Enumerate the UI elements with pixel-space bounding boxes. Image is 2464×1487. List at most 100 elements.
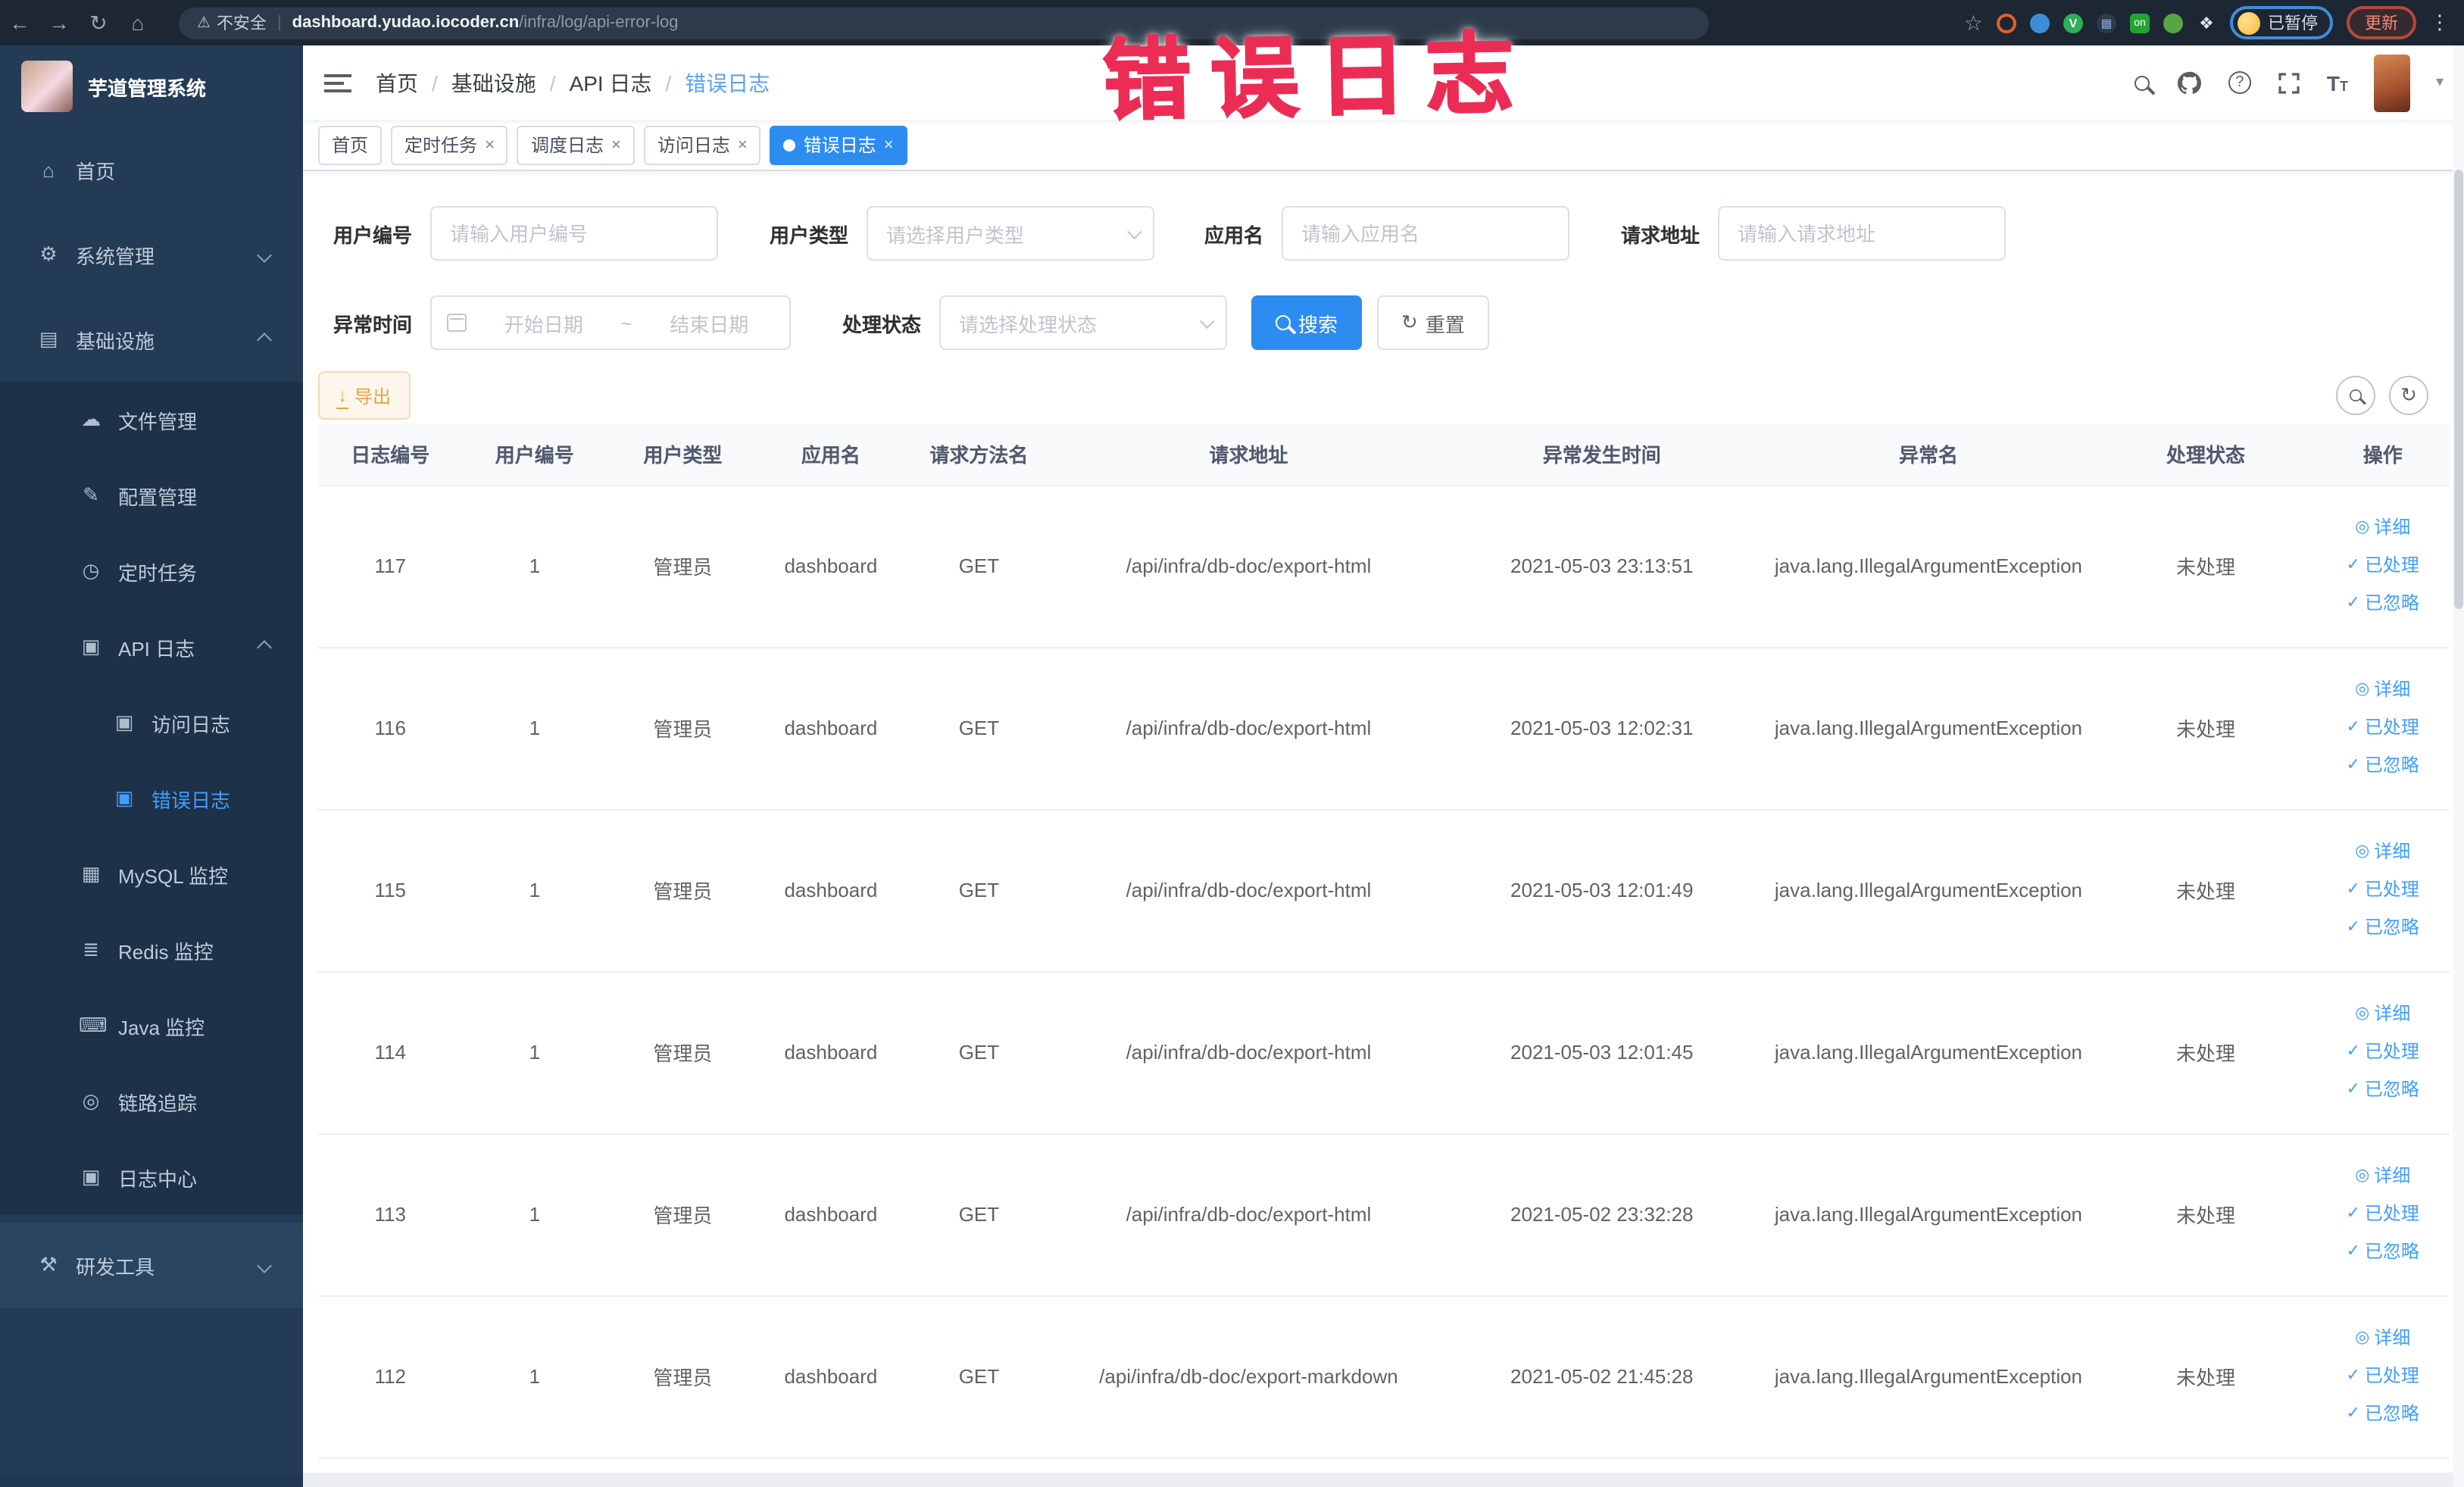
tag-error-log-active[interactable]: 错误日志 × [770, 125, 907, 164]
bookmark-star-icon[interactable]: ☆ [1964, 10, 1983, 36]
mark-ignored-link[interactable]: ✓ 已忽略 [2316, 1395, 2450, 1433]
breadcrumb-separator: / [432, 70, 438, 95]
page-scrollbar[interactable] [2453, 45, 2464, 1487]
scrollbar-thumb[interactable] [2454, 170, 2463, 609]
breadcrumb-api-log[interactable]: API 日志 [570, 67, 652, 98]
detail-link[interactable]: ◎ 详细 [2316, 671, 2450, 709]
cell-app-name: dashboard [758, 485, 904, 648]
detail-link[interactable]: ◎ 详细 [2316, 833, 2450, 871]
fullscreen-icon[interactable] [2277, 70, 2301, 95]
sidebar-item-log-center[interactable]: ▣ 日志中心 [0, 1139, 303, 1215]
breadcrumb-infrastructure[interactable]: 基础设施 [451, 67, 536, 98]
sidebar-item-mysql-monitor[interactable]: ▦ MySQL 监控 [0, 836, 303, 912]
extension-blue-icon[interactable] [2030, 13, 2050, 33]
search-button[interactable]: 搜索 [1251, 295, 1363, 350]
detail-link[interactable]: ◎ 详细 [2316, 1157, 2450, 1195]
cell-log-id: 116 [318, 647, 463, 810]
extension-on-badge-icon[interactable]: on [2130, 13, 2150, 33]
user-id-input[interactable] [430, 206, 718, 261]
cell-status: 未处理 [2095, 647, 2316, 810]
close-icon[interactable]: × [738, 136, 748, 154]
close-icon[interactable]: × [611, 136, 621, 154]
process-status-select[interactable]: 请选择处理状态 [939, 295, 1227, 350]
close-icon[interactable]: × [884, 136, 894, 154]
process-status-label: 处理状态 [842, 313, 921, 336]
sidebar-item-infrastructure[interactable]: ▤ 基础设施 [0, 297, 303, 382]
mark-processed-link[interactable]: ✓ 已处理 [2316, 871, 2450, 909]
mark-processed-link[interactable]: ✓ 已处理 [2316, 1033, 2450, 1071]
detail-link[interactable]: ◎ 详细 [2316, 1320, 2450, 1357]
chrome-update-button[interactable]: 更新 [2347, 6, 2416, 39]
tag-scheduled-jobs[interactable]: 定时任务 × [391, 125, 508, 164]
mark-ignored-link[interactable]: ✓ 已忽略 [2316, 1233, 2450, 1271]
user-menu-caret-icon[interactable]: ▾ [2436, 74, 2444, 91]
detail-link[interactable]: ◎ 详细 [2316, 509, 2450, 547]
sidebar-item-java-monitor[interactable]: ⌨ Java 监控 [0, 988, 303, 1064]
mark-ignored-link[interactable]: ✓ 已忽略 [2316, 585, 2450, 623]
extension-orange-icon[interactable] [1997, 13, 2016, 33]
sidebar-item-error-log[interactable]: ▣ 错误日志 [0, 761, 303, 836]
profile-chip-label: 已暂停 [2268, 15, 2318, 33]
mark-ignored-link[interactable]: ✓ 已忽略 [2316, 747, 2450, 785]
avatar[interactable] [2373, 54, 2410, 111]
sidebar-item-label: 访问日志 [151, 713, 231, 736]
mark-processed-link[interactable]: ✓ 已处理 [2316, 547, 2450, 585]
sidebar-item-config-mgmt[interactable]: ✎ 配置管理 [0, 458, 303, 533]
sidebar-item-system-mgmt[interactable]: ⚙ 系统管理 [0, 212, 303, 297]
user-type-select[interactable]: 请选择用户类型 [867, 206, 1154, 261]
sidebar-item-tracing[interactable]: ◎ 链路追踪 [0, 1064, 303, 1139]
extensions-puzzle-icon[interactable]: ❖ [2197, 13, 2216, 33]
github-icon[interactable] [2175, 69, 2203, 96]
mark-processed-link[interactable]: ✓ 已处理 [2316, 1195, 2450, 1233]
extension-grid-icon[interactable]: ▦ [2097, 13, 2116, 33]
refresh-table-button[interactable]: ↻ [2389, 376, 2428, 415]
font-size-icon[interactable]: TT [2327, 70, 2348, 95]
profile-paused-chip[interactable]: 已暂停 [2230, 6, 2333, 39]
sidebar-item-dev-tools[interactable]: ⚒ 研发工具 [0, 1223, 303, 1307]
end-date-placeholder: 结束日期 [670, 313, 749, 336]
reset-button[interactable]: ↻ 重置 [1377, 295, 1489, 350]
exception-time-range-picker[interactable]: 开始日期 ~ 结束日期 [430, 295, 791, 350]
sidebar-item-file-mgmt[interactable]: ☁ 文件管理 [0, 382, 303, 458]
browser-menu-kebab-icon[interactable]: ⋮ [2430, 11, 2450, 35]
browser-home-icon[interactable]: ⌂ [118, 11, 158, 35]
tag-home[interactable]: 首页 [318, 125, 383, 164]
sidebar-item-label: Redis 监控 [118, 940, 214, 963]
sidebar-item-api-log[interactable]: ▣ API 日志 [0, 609, 303, 685]
app-name-input[interactable] [1282, 206, 1569, 261]
refresh-icon: ↻ [1401, 311, 1418, 333]
cell-method: GET [903, 971, 1055, 1134]
mark-processed-link[interactable]: ✓ 已处理 [2316, 709, 2450, 747]
tag-schedule-log[interactable]: 调度日志 × [517, 125, 635, 164]
browser-forward-icon[interactable]: → [39, 11, 79, 35]
cell-user-id: 1 [462, 1295, 607, 1458]
tag-access-log[interactable]: 访问日志 × [643, 125, 761, 164]
request-url-input[interactable] [1718, 206, 2006, 261]
close-icon[interactable]: × [485, 136, 495, 154]
sidebar-item-home[interactable]: ⌂ 首页 [0, 127, 303, 212]
mark-processed-link[interactable]: ✓ 已处理 [2316, 1357, 2450, 1395]
sidebar-item-scheduled-jobs[interactable]: ◷ 定时任务 [0, 533, 303, 609]
toggle-search-button[interactable] [2336, 376, 2375, 415]
mark-ignored-link[interactable]: ✓ 已忽略 [2316, 1071, 2450, 1109]
cell-time: 2021-05-03 12:01:49 [1442, 809, 1762, 972]
browser-back-icon[interactable]: ← [0, 11, 39, 35]
extension-leaf-icon[interactable] [2163, 13, 2183, 33]
cell-time: 2021-05-03 23:13:51 [1442, 485, 1762, 648]
sidebar-item-redis-monitor[interactable]: ≣ Redis 监控 [0, 912, 303, 988]
cell-url: /api/infra/db-doc/export-html [1054, 485, 1443, 648]
search-icon[interactable] [2134, 75, 2150, 90]
breadcrumb-home[interactable]: 首页 [376, 67, 418, 98]
detail-link[interactable]: ◎ 详细 [2316, 995, 2450, 1033]
cell-method: GET [903, 647, 1055, 810]
eye-icon: ◎ [2355, 1167, 2370, 1185]
help-icon[interactable]: ? [2228, 71, 2251, 94]
sidebar-collapse-icon[interactable] [324, 69, 351, 96]
cell-exception: java.lang.IllegalArgumentException [1761, 485, 2096, 648]
browser-reload-icon[interactable]: ↻ [79, 10, 118, 36]
export-button[interactable]: ↓ 导出 [318, 371, 411, 420]
extension-green-v-icon[interactable]: V [2063, 13, 2083, 33]
mark-ignored-link[interactable]: ✓ 已忽略 [2316, 909, 2450, 947]
sidebar-item-access-log[interactable]: ▣ 访问日志 [0, 685, 303, 761]
breadcrumb-separator: / [665, 70, 672, 95]
